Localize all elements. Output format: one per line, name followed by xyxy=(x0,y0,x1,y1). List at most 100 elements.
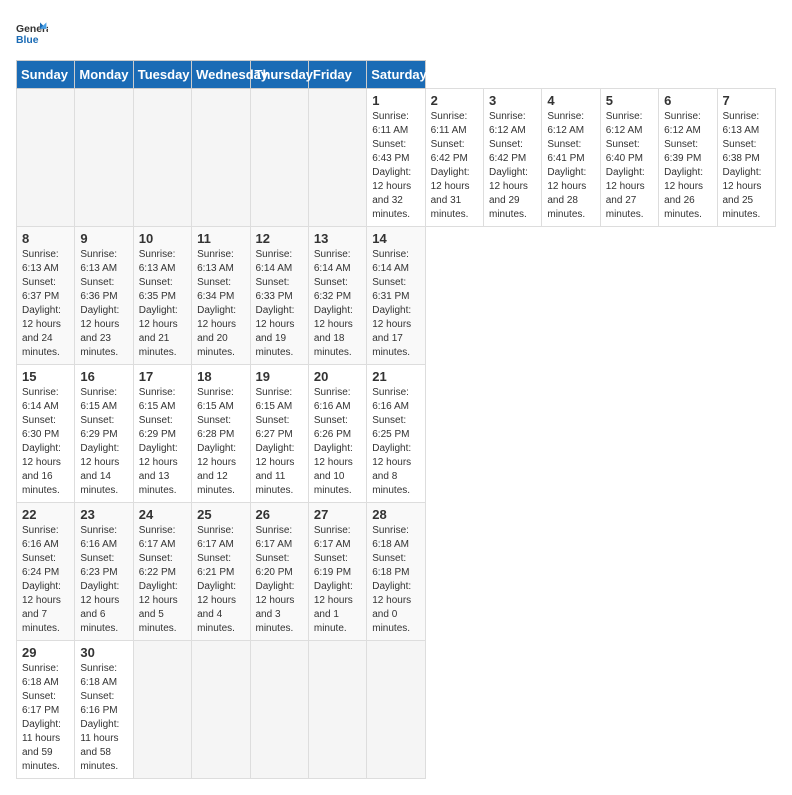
day-number: 4 xyxy=(547,93,594,108)
day-cell-11: 11 Sunrise: 6:13 AMSunset: 6:34 PMDaylig… xyxy=(192,227,250,365)
day-info: Sunrise: 6:16 AMSunset: 6:26 PMDaylight:… xyxy=(314,386,361,498)
svg-text:Blue: Blue xyxy=(16,35,39,46)
day-cell-30: 30 Sunrise: 6:18 AMSunset: 6:16 PMDaylig… xyxy=(75,641,133,779)
day-number: 26 xyxy=(256,507,303,522)
day-number: 27 xyxy=(314,507,361,522)
empty-cell xyxy=(367,641,425,779)
day-cell-17: 17 Sunrise: 6:15 AMSunset: 6:29 PMDaylig… xyxy=(133,365,191,503)
empty-cell xyxy=(133,641,191,779)
col-header-monday: Monday xyxy=(75,61,133,89)
day-info: Sunrise: 6:17 AMSunset: 6:20 PMDaylight:… xyxy=(256,524,303,636)
day-number: 7 xyxy=(723,93,771,108)
day-cell-9: 9 Sunrise: 6:13 AMSunset: 6:36 PMDayligh… xyxy=(75,227,133,365)
day-cell-13: 13 Sunrise: 6:14 AMSunset: 6:32 PMDaylig… xyxy=(308,227,366,365)
empty-cell xyxy=(250,89,308,227)
day-cell-23: 23 Sunrise: 6:16 AMSunset: 6:23 PMDaylig… xyxy=(75,503,133,641)
day-number: 24 xyxy=(139,507,186,522)
calendar-table: SundayMondayTuesdayWednesdayThursdayFrid… xyxy=(16,60,776,779)
day-info: Sunrise: 6:14 AMSunset: 6:30 PMDaylight:… xyxy=(22,386,69,498)
day-info: Sunrise: 6:16 AMSunset: 6:23 PMDaylight:… xyxy=(80,524,127,636)
empty-cell xyxy=(192,89,250,227)
empty-cell xyxy=(192,641,250,779)
day-cell-14: 14 Sunrise: 6:14 AMSunset: 6:31 PMDaylig… xyxy=(367,227,425,365)
day-cell-19: 19 Sunrise: 6:15 AMSunset: 6:27 PMDaylig… xyxy=(250,365,308,503)
col-header-tuesday: Tuesday xyxy=(133,61,191,89)
day-cell-15: 15 Sunrise: 6:14 AMSunset: 6:30 PMDaylig… xyxy=(17,365,75,503)
empty-cell xyxy=(308,89,366,227)
day-cell-21: 21 Sunrise: 6:16 AMSunset: 6:25 PMDaylig… xyxy=(367,365,425,503)
col-header-sunday: Sunday xyxy=(17,61,75,89)
day-cell-29: 29 Sunrise: 6:18 AMSunset: 6:17 PMDaylig… xyxy=(17,641,75,779)
week-row-3: 15 Sunrise: 6:14 AMSunset: 6:30 PMDaylig… xyxy=(17,365,776,503)
day-info: Sunrise: 6:15 AMSunset: 6:27 PMDaylight:… xyxy=(256,386,303,498)
day-info: Sunrise: 6:17 AMSunset: 6:19 PMDaylight:… xyxy=(314,524,361,636)
day-cell-16: 16 Sunrise: 6:15 AMSunset: 6:29 PMDaylig… xyxy=(75,365,133,503)
day-number: 3 xyxy=(489,93,536,108)
day-number: 16 xyxy=(80,369,127,384)
day-info: Sunrise: 6:16 AMSunset: 6:24 PMDaylight:… xyxy=(22,524,69,636)
day-info: Sunrise: 6:12 AMSunset: 6:39 PMDaylight:… xyxy=(664,110,711,222)
day-number: 25 xyxy=(197,507,244,522)
day-info: Sunrise: 6:13 AMSunset: 6:37 PMDaylight:… xyxy=(22,248,69,360)
empty-cell xyxy=(308,641,366,779)
day-info: Sunrise: 6:14 AMSunset: 6:33 PMDaylight:… xyxy=(256,248,303,360)
day-number: 10 xyxy=(139,231,186,246)
week-row-2: 8 Sunrise: 6:13 AMSunset: 6:37 PMDayligh… xyxy=(17,227,776,365)
col-header-wednesday: Wednesday xyxy=(192,61,250,89)
week-row-5: 29 Sunrise: 6:18 AMSunset: 6:17 PMDaylig… xyxy=(17,641,776,779)
day-number: 15 xyxy=(22,369,69,384)
day-info: Sunrise: 6:11 AMSunset: 6:43 PMDaylight:… xyxy=(372,110,419,222)
day-number: 9 xyxy=(80,231,127,246)
day-cell-24: 24 Sunrise: 6:17 AMSunset: 6:22 PMDaylig… xyxy=(133,503,191,641)
day-number: 21 xyxy=(372,369,419,384)
day-cell-28: 28 Sunrise: 6:18 AMSunset: 6:18 PMDaylig… xyxy=(367,503,425,641)
day-info: Sunrise: 6:13 AMSunset: 6:34 PMDaylight:… xyxy=(197,248,244,360)
logo: General Blue xyxy=(16,16,48,48)
day-number: 19 xyxy=(256,369,303,384)
day-number: 1 xyxy=(372,93,419,108)
day-info: Sunrise: 6:17 AMSunset: 6:22 PMDaylight:… xyxy=(139,524,186,636)
day-info: Sunrise: 6:12 AMSunset: 6:41 PMDaylight:… xyxy=(547,110,594,222)
day-info: Sunrise: 6:13 AMSunset: 6:35 PMDaylight:… xyxy=(139,248,186,360)
day-cell-12: 12 Sunrise: 6:14 AMSunset: 6:33 PMDaylig… xyxy=(250,227,308,365)
day-cell-27: 27 Sunrise: 6:17 AMSunset: 6:19 PMDaylig… xyxy=(308,503,366,641)
day-info: Sunrise: 6:13 AMSunset: 6:38 PMDaylight:… xyxy=(723,110,771,222)
day-number: 5 xyxy=(606,93,653,108)
day-info: Sunrise: 6:17 AMSunset: 6:21 PMDaylight:… xyxy=(197,524,244,636)
week-row-1: 1 Sunrise: 6:11 AMSunset: 6:43 PMDayligh… xyxy=(17,89,776,227)
day-number: 22 xyxy=(22,507,69,522)
day-cell-4: 4 Sunrise: 6:12 AMSunset: 6:41 PMDayligh… xyxy=(542,89,600,227)
day-number: 29 xyxy=(22,645,69,660)
day-number: 17 xyxy=(139,369,186,384)
day-info: Sunrise: 6:16 AMSunset: 6:25 PMDaylight:… xyxy=(372,386,419,498)
day-number: 6 xyxy=(664,93,711,108)
day-cell-25: 25 Sunrise: 6:17 AMSunset: 6:21 PMDaylig… xyxy=(192,503,250,641)
day-info: Sunrise: 6:18 AMSunset: 6:17 PMDaylight:… xyxy=(22,662,69,774)
day-number: 20 xyxy=(314,369,361,384)
day-info: Sunrise: 6:18 AMSunset: 6:16 PMDaylight:… xyxy=(80,662,127,774)
col-header-friday: Friday xyxy=(308,61,366,89)
day-cell-10: 10 Sunrise: 6:13 AMSunset: 6:35 PMDaylig… xyxy=(133,227,191,365)
day-cell-20: 20 Sunrise: 6:16 AMSunset: 6:26 PMDaylig… xyxy=(308,365,366,503)
day-cell-22: 22 Sunrise: 6:16 AMSunset: 6:24 PMDaylig… xyxy=(17,503,75,641)
day-number: 28 xyxy=(372,507,419,522)
day-info: Sunrise: 6:11 AMSunset: 6:42 PMDaylight:… xyxy=(431,110,478,222)
day-cell-3: 3 Sunrise: 6:12 AMSunset: 6:42 PMDayligh… xyxy=(484,89,542,227)
day-info: Sunrise: 6:15 AMSunset: 6:28 PMDaylight:… xyxy=(197,386,244,498)
page-header: General Blue xyxy=(16,16,776,48)
day-number: 2 xyxy=(431,93,478,108)
day-number: 13 xyxy=(314,231,361,246)
day-info: Sunrise: 6:13 AMSunset: 6:36 PMDaylight:… xyxy=(80,248,127,360)
week-row-4: 22 Sunrise: 6:16 AMSunset: 6:24 PMDaylig… xyxy=(17,503,776,641)
day-number: 23 xyxy=(80,507,127,522)
day-cell-2: 2 Sunrise: 6:11 AMSunset: 6:42 PMDayligh… xyxy=(425,89,483,227)
day-cell-6: 6 Sunrise: 6:12 AMSunset: 6:39 PMDayligh… xyxy=(659,89,717,227)
day-number: 30 xyxy=(80,645,127,660)
empty-cell xyxy=(133,89,191,227)
day-number: 12 xyxy=(256,231,303,246)
col-header-thursday: Thursday xyxy=(250,61,308,89)
day-info: Sunrise: 6:12 AMSunset: 6:40 PMDaylight:… xyxy=(606,110,653,222)
day-cell-18: 18 Sunrise: 6:15 AMSunset: 6:28 PMDaylig… xyxy=(192,365,250,503)
day-info: Sunrise: 6:15 AMSunset: 6:29 PMDaylight:… xyxy=(80,386,127,498)
day-info: Sunrise: 6:12 AMSunset: 6:42 PMDaylight:… xyxy=(489,110,536,222)
